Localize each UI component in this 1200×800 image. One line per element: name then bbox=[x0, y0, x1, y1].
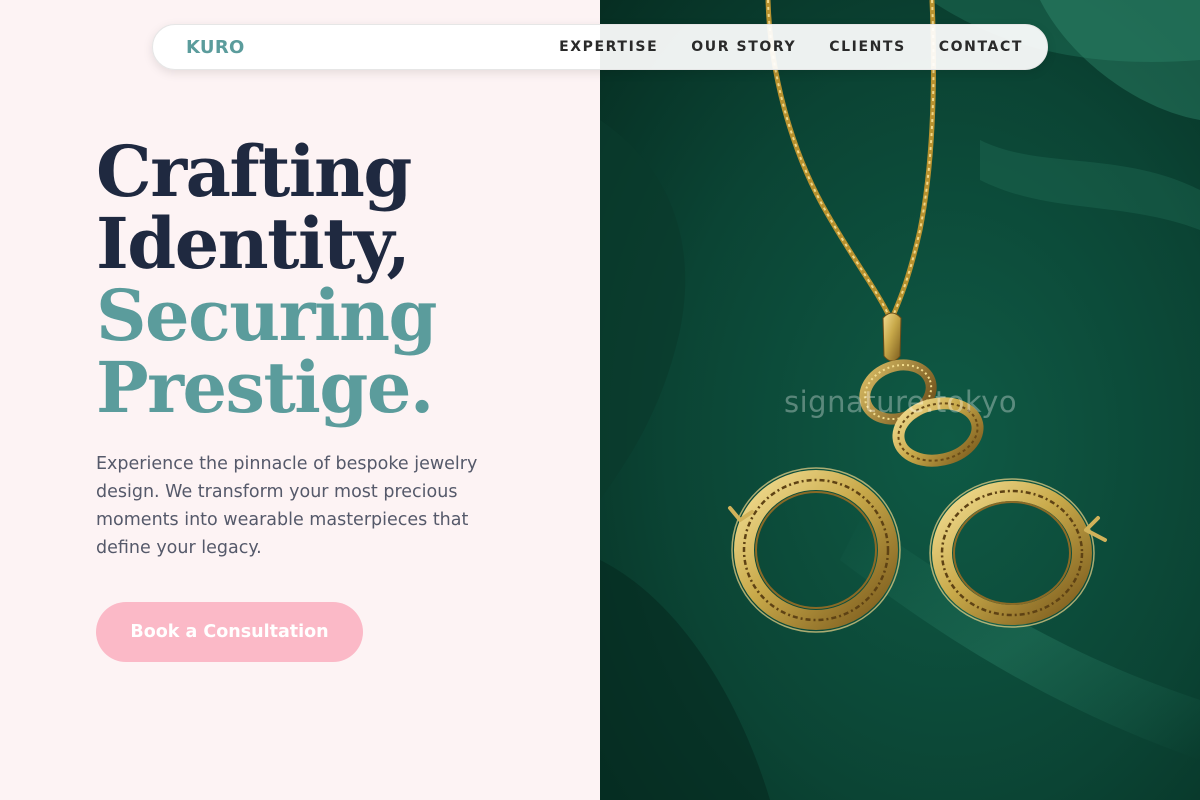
hero-description: Experience the pinnacle of bespoke jewel… bbox=[96, 454, 478, 558]
headline-line-3: Securing bbox=[96, 274, 437, 357]
hero-headline: Crafting Identity, Securing Prestige. bbox=[96, 130, 437, 429]
headline-line-4: Prestige. bbox=[96, 346, 434, 429]
top-navbar: KURO EXPERTISE OUR STORY CLIENTS CONTACT bbox=[152, 24, 1048, 70]
hero-image: signature.tokyo bbox=[600, 0, 1200, 800]
headline-line-2: Identity, bbox=[96, 202, 411, 285]
book-consultation-button[interactable]: Book a Consultation bbox=[96, 602, 363, 662]
image-watermark: signature.tokyo bbox=[784, 385, 1018, 419]
nav-link-contact[interactable]: CONTACT bbox=[939, 39, 1023, 55]
nav-link-expertise[interactable]: EXPERTISE bbox=[559, 39, 658, 55]
brand-logo[interactable]: KURO bbox=[186, 37, 245, 58]
nav-links: EXPERTISE OUR STORY CLIENTS CONTACT bbox=[559, 39, 1023, 55]
headline-line-1: Crafting bbox=[96, 130, 412, 213]
nav-link-clients[interactable]: CLIENTS bbox=[829, 39, 906, 55]
nav-link-our-story[interactable]: OUR STORY bbox=[691, 39, 796, 55]
